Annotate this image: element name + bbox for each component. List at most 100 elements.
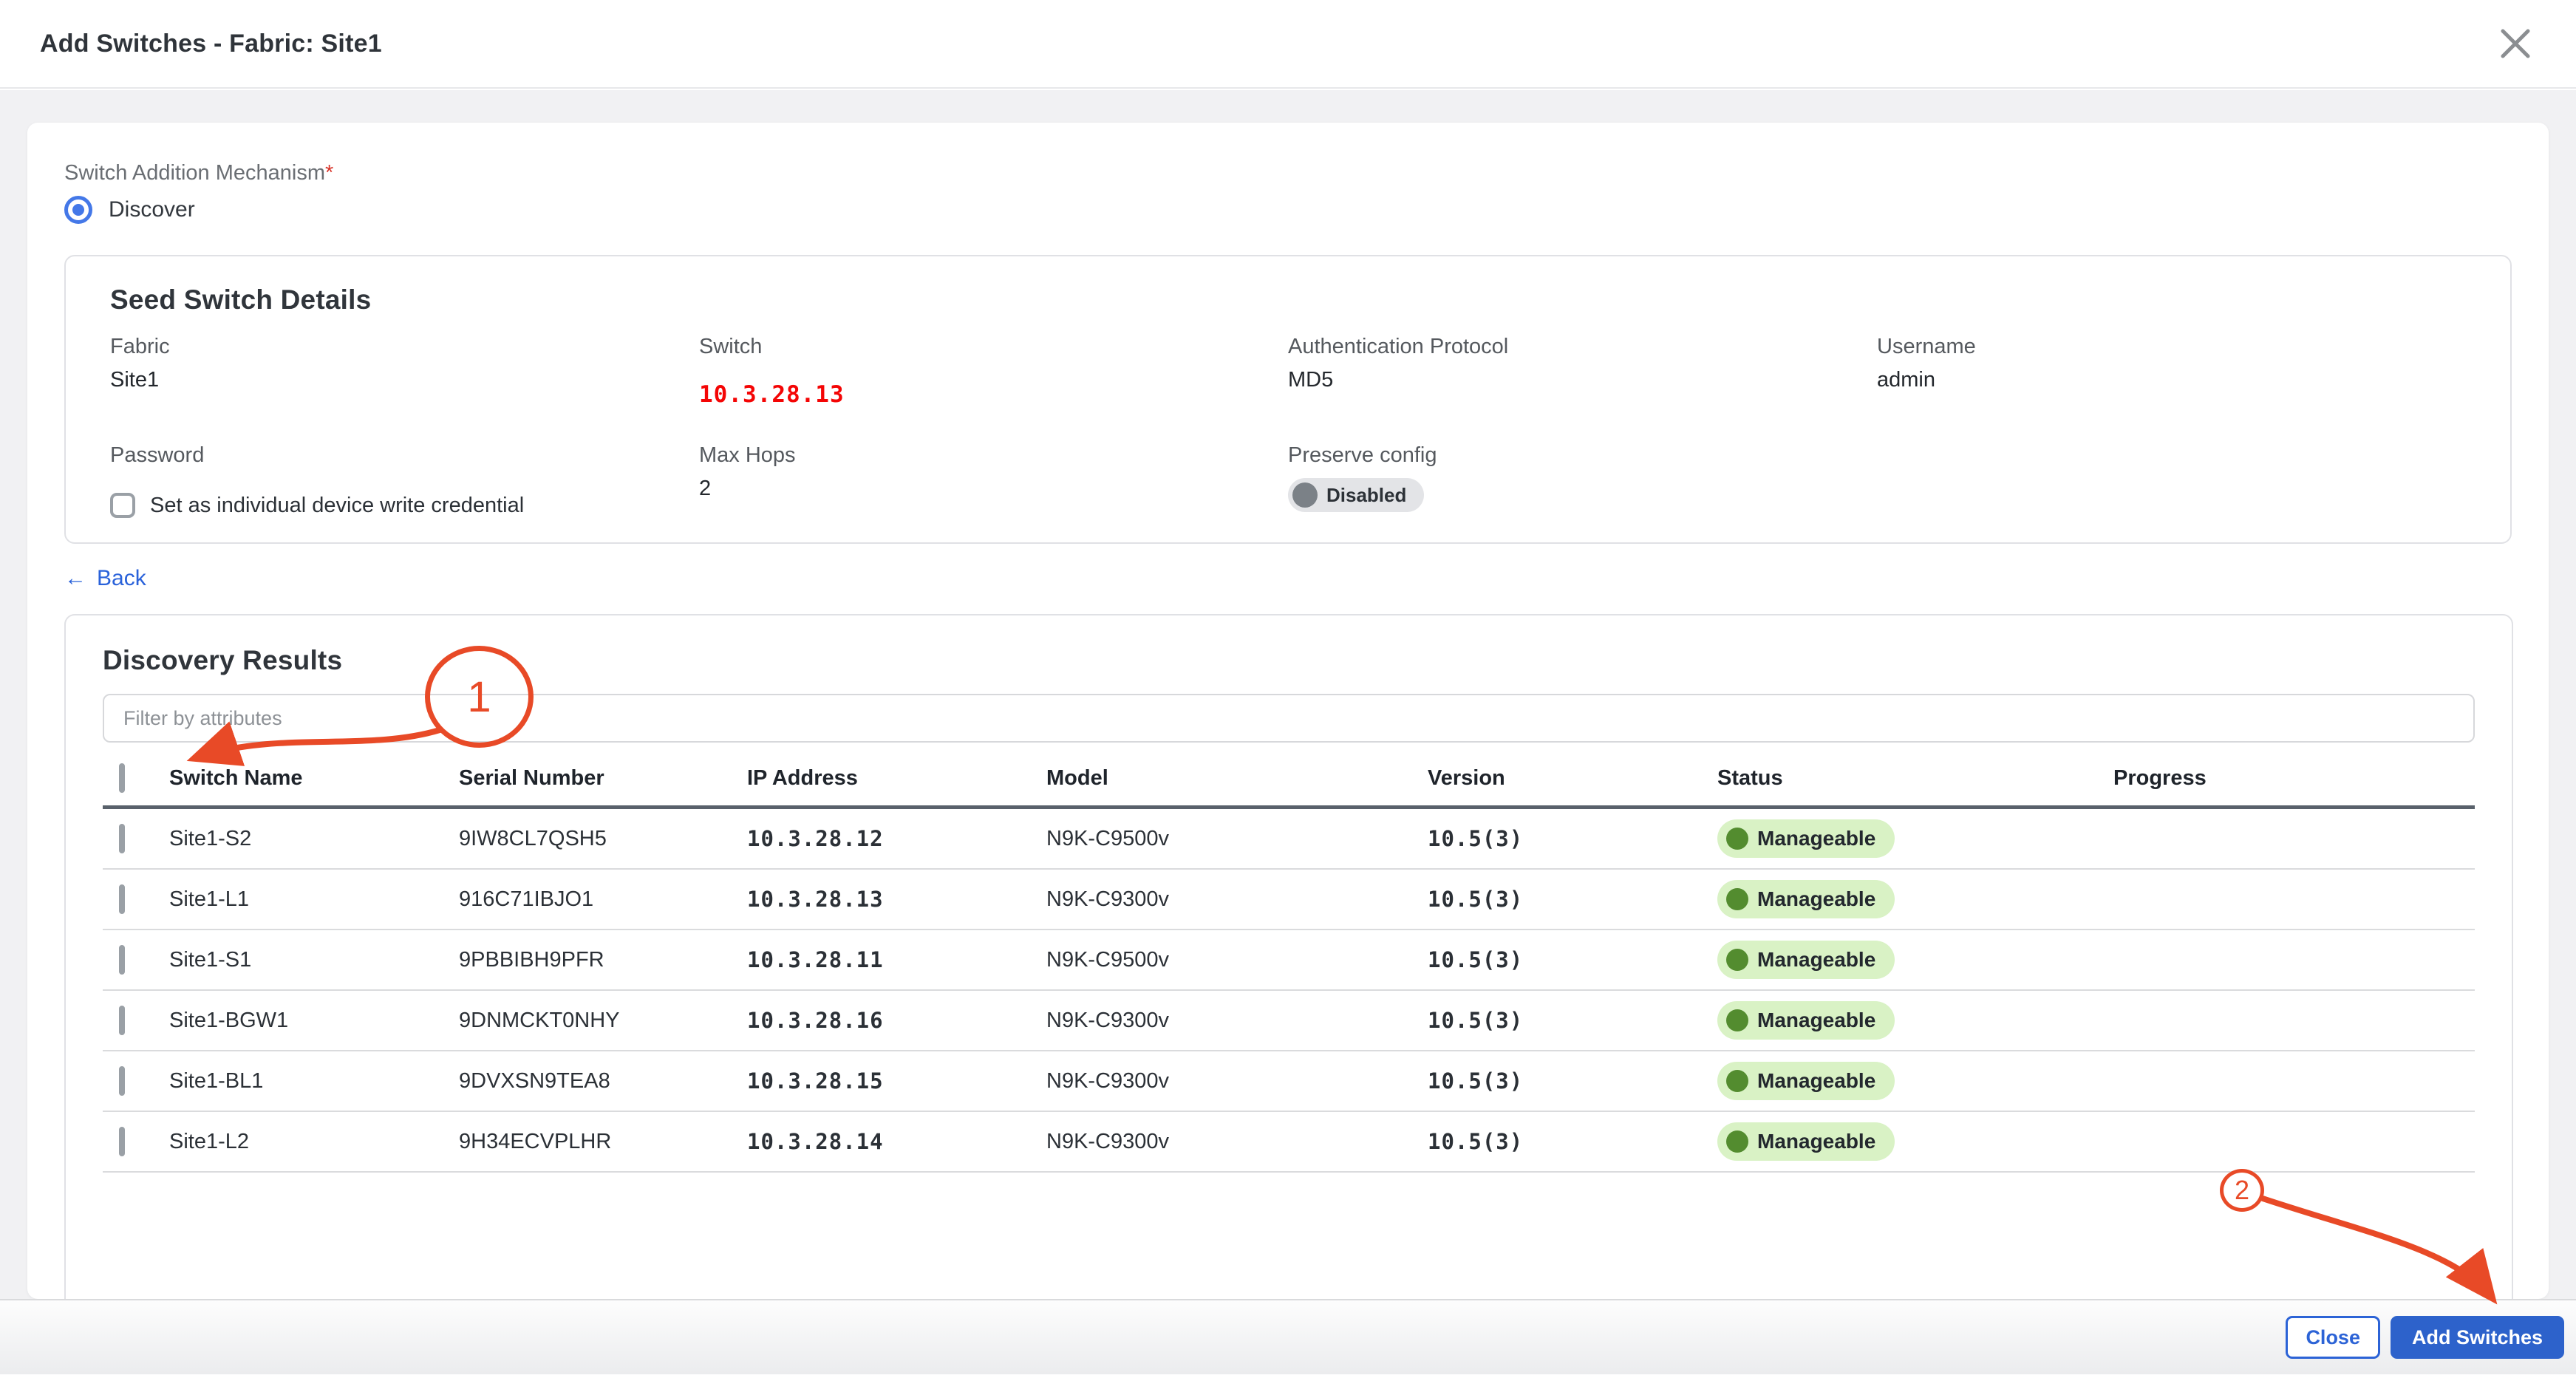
row-checkbox[interactable]	[119, 1066, 125, 1096]
seed-card-title: Seed Switch Details	[110, 284, 2466, 315]
model-cell: N9K-C9500v	[1046, 827, 1428, 851]
status-text: Manageable	[1757, 948, 1875, 972]
content-panel: Switch Addition Mechanism* Discover Seed…	[27, 123, 2549, 1299]
status-badge: Manageable	[1717, 1062, 1895, 1100]
toggle-knob-icon	[1292, 482, 1318, 508]
close-icon[interactable]	[2495, 23, 2536, 64]
mechanism-section: Switch Addition Mechanism* Discover	[64, 161, 2512, 224]
col-progress: Progress	[2113, 766, 2475, 791]
username-label: Username	[1877, 335, 2466, 359]
mechanism-label: Switch Addition Mechanism*	[64, 161, 2512, 185]
table-row: Site1-L1 916C71IBJO1 10.3.28.13 N9K-C930…	[103, 870, 2475, 930]
add-switches-button[interactable]: Add Switches	[2391, 1316, 2564, 1359]
table-row: Site1-BGW1 9DNMCKT0NHY 10.3.28.16 N9K-C9…	[103, 991, 2475, 1051]
dialog-title: Add Switches - Fabric: Site1	[40, 30, 382, 58]
switch-name-cell: Site1-S1	[169, 948, 459, 972]
status-badge: Manageable	[1717, 1122, 1895, 1161]
col-ip-address: IP Address	[747, 766, 1046, 791]
row-checkbox[interactable]	[119, 1127, 125, 1156]
model-cell: N9K-C9300v	[1046, 1009, 1428, 1033]
model-cell: N9K-C9300v	[1046, 887, 1428, 912]
serial-cell: 916C71IBJO1	[459, 887, 747, 912]
write-credential-row[interactable]: Set as individual device write credentia…	[110, 493, 699, 518]
preserve-config-state: Disabled	[1326, 484, 1406, 507]
discovery-title: Discovery Results	[103, 645, 2475, 676]
status-text: Manageable	[1757, 1130, 1875, 1153]
discovery-table: Switch Name Serial Number IP Address Mod…	[103, 751, 2475, 1173]
table-row: Site1-BL1 9DVXSN9TEA8 10.3.28.15 N9K-C93…	[103, 1051, 2475, 1112]
filter-input[interactable]	[103, 694, 2475, 743]
serial-cell: 9DNMCKT0NHY	[459, 1009, 747, 1033]
max-hops-value: 2	[699, 477, 1288, 501]
discover-radio-row[interactable]: Discover	[64, 196, 2512, 224]
dialog-body: Switch Addition Mechanism* Discover Seed…	[0, 90, 2576, 1374]
status-dot-icon	[1726, 949, 1748, 971]
switch-name-cell: Site1-BGW1	[169, 1009, 459, 1033]
status-dot-icon	[1726, 1070, 1748, 1092]
row-checkbox[interactable]	[119, 824, 125, 853]
ip-cell: 10.3.28.12	[747, 826, 1046, 851]
ip-cell: 10.3.28.15	[747, 1068, 1046, 1094]
switch-name-cell: Site1-L2	[169, 1130, 459, 1154]
col-switch-name: Switch Name	[169, 766, 459, 791]
status-dot-icon	[1726, 1009, 1748, 1031]
switch-name-cell: Site1-BL1	[169, 1069, 459, 1094]
status-text: Manageable	[1757, 1069, 1875, 1093]
status-dot-icon	[1726, 828, 1748, 850]
row-checkbox[interactable]	[119, 945, 125, 975]
status-text: Manageable	[1757, 1009, 1875, 1032]
ip-cell: 10.3.28.11	[747, 947, 1046, 972]
switch-name-cell: Site1-S2	[169, 827, 459, 851]
status-dot-icon	[1726, 1130, 1748, 1153]
auth-protocol-value: MD5	[1288, 368, 1877, 392]
back-arrow-icon: ←	[64, 566, 86, 591]
select-all-checkbox[interactable]	[119, 763, 125, 793]
username-value: admin	[1877, 368, 2466, 392]
version-cell: 10.5(3)	[1428, 826, 1717, 851]
dialog-header: Add Switches - Fabric: Site1	[0, 0, 2576, 89]
serial-cell: 9DVXSN9TEA8	[459, 1069, 747, 1094]
max-hops-label: Max Hops	[699, 443, 1288, 468]
dialog-footer: Close Add Switches	[0, 1299, 2576, 1374]
fabric-field: Fabric Site1	[110, 335, 699, 408]
version-cell: 10.5(3)	[1428, 1008, 1717, 1033]
model-cell: N9K-C9500v	[1046, 948, 1428, 972]
fabric-label: Fabric	[110, 335, 699, 359]
max-hops-field: Max Hops 2	[699, 443, 1288, 518]
preserve-config-toggle[interactable]: Disabled	[1288, 478, 1424, 512]
ip-cell: 10.3.28.13	[747, 887, 1046, 912]
status-badge: Manageable	[1717, 1001, 1895, 1040]
table-row: Site1-L2 9H34ECVPLHR 10.3.28.14 N9K-C930…	[103, 1112, 2475, 1173]
password-field: Password Set as individual device write …	[110, 443, 699, 518]
close-x-glyph	[2498, 27, 2532, 61]
auth-protocol-field: Authentication Protocol MD5	[1288, 335, 1877, 408]
auth-protocol-label: Authentication Protocol	[1288, 335, 1877, 359]
preserve-config-label: Preserve config	[1288, 443, 1877, 468]
status-dot-icon	[1726, 888, 1748, 910]
status-badge: Manageable	[1717, 941, 1895, 979]
username-field: Username admin	[1877, 335, 2466, 408]
row-checkbox[interactable]	[119, 1006, 125, 1035]
table-row: Site1-S1 9PBBIBH9PFR 10.3.28.11 N9K-C950…	[103, 930, 2475, 991]
discovery-results-card: Discovery Results Switch Name Serial Num…	[64, 614, 2513, 1299]
version-cell: 10.5(3)	[1428, 947, 1717, 972]
write-credential-label: Set as individual device write credentia…	[150, 494, 524, 518]
mechanism-label-text: Switch Addition Mechanism	[64, 161, 325, 185]
row-checkbox[interactable]	[119, 884, 125, 914]
close-button[interactable]: Close	[2286, 1316, 2380, 1359]
serial-cell: 9IW8CL7QSH5	[459, 827, 747, 851]
seed-fields-grid: Fabric Site1 Switch 10.3.28.13 Authentic…	[110, 335, 2466, 518]
radio-selected-icon[interactable]	[64, 196, 92, 224]
model-cell: N9K-C9300v	[1046, 1130, 1428, 1154]
status-text: Manageable	[1757, 827, 1875, 850]
table-header-row: Switch Name Serial Number IP Address Mod…	[103, 751, 2475, 809]
ip-cell: 10.3.28.14	[747, 1129, 1046, 1154]
back-link[interactable]: ← Back	[64, 566, 146, 591]
switch-value: 10.3.28.13	[699, 381, 1288, 408]
version-cell: 10.5(3)	[1428, 887, 1717, 912]
write-credential-checkbox[interactable]	[110, 493, 135, 518]
required-asterisk: *	[325, 161, 333, 185]
col-status: Status	[1717, 766, 2113, 791]
col-model: Model	[1046, 766, 1428, 791]
preserve-config-field: Preserve config Disabled	[1288, 443, 1877, 518]
